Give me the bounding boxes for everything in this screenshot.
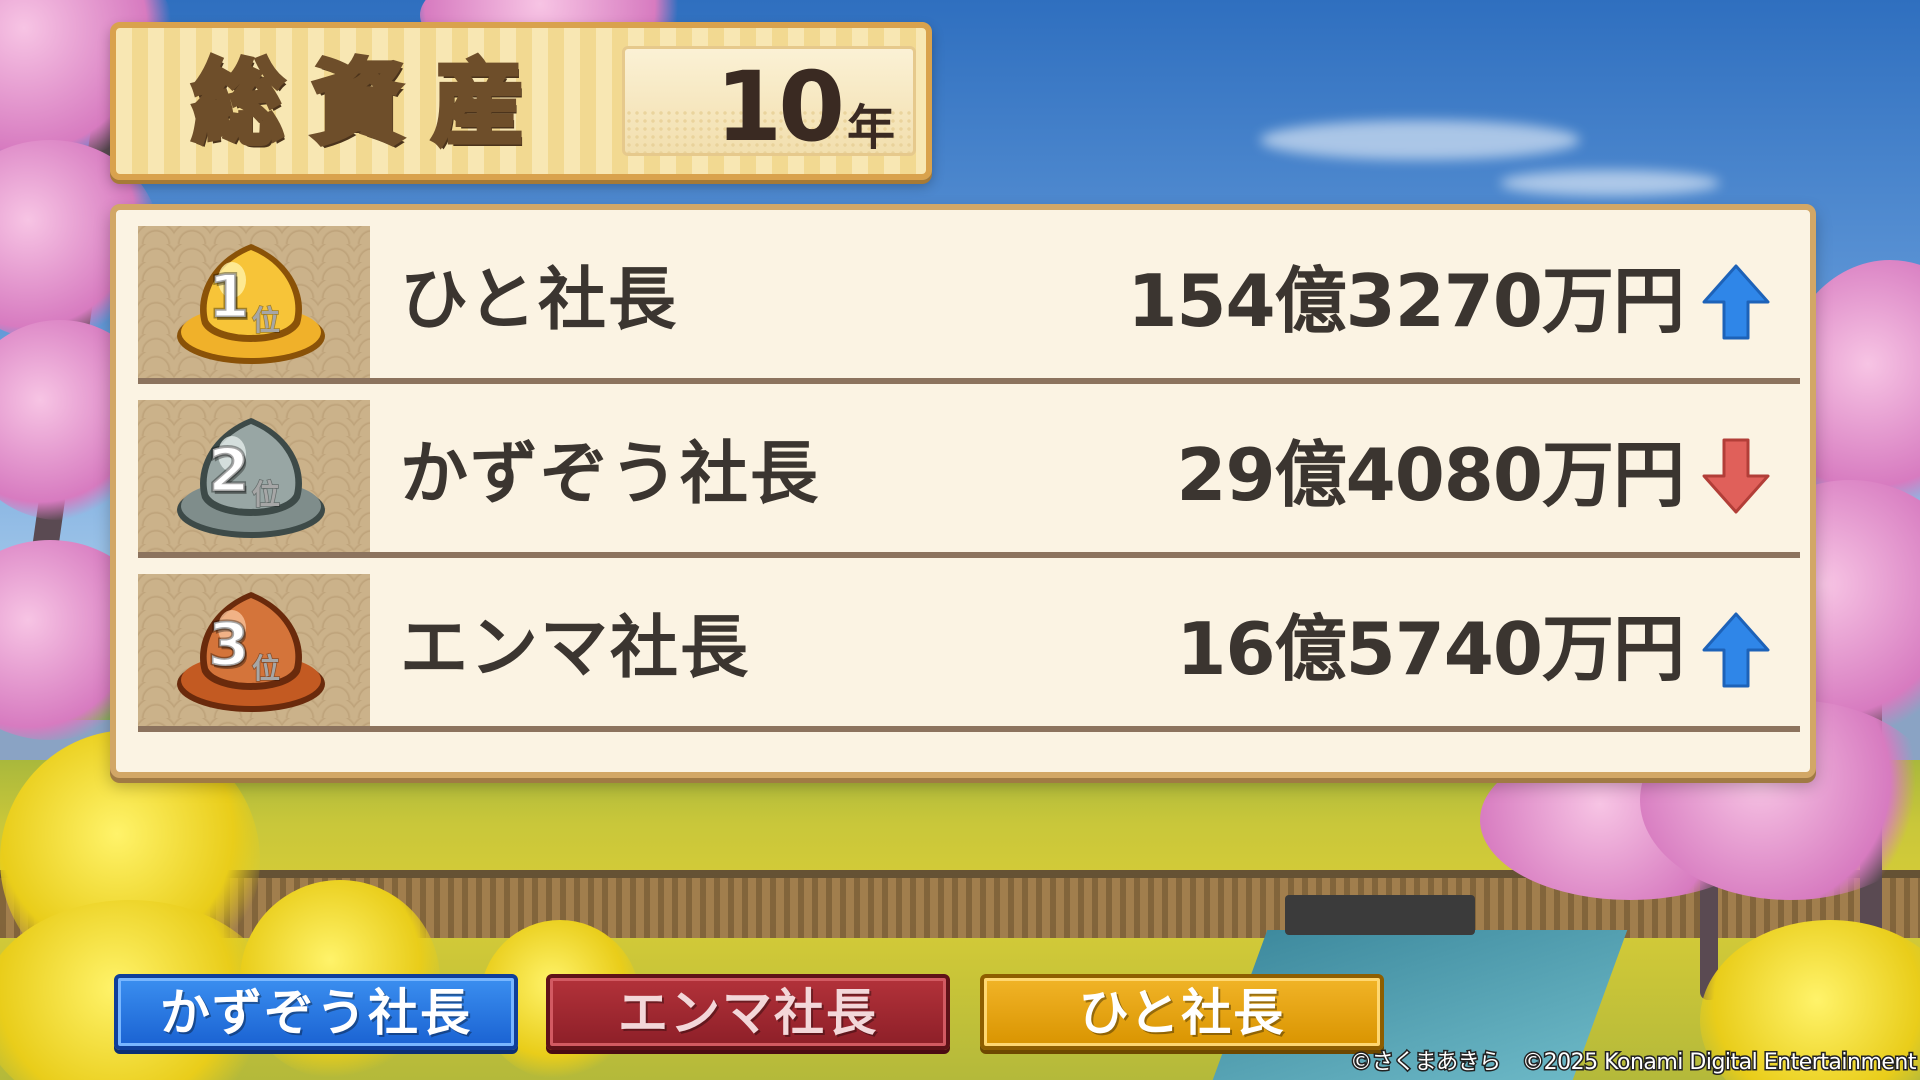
player-name: かずぞう社長 — [400, 435, 821, 514]
small-bridge — [1285, 895, 1475, 935]
player-name: ひと社長 — [400, 261, 678, 340]
rank-number: 3 — [207, 609, 252, 682]
total-assets-value: 29億4080万円 — [1176, 433, 1685, 517]
player-button-enma[interactable]: エンマ社長 — [546, 974, 950, 1050]
bronze-rank-badge-icon — [177, 592, 325, 712]
ranking-row-3: 3 位 エンマ社長 16億5740万円 — [138, 574, 1800, 732]
rank-number: 1 — [207, 261, 252, 334]
arrow-up-icon — [1702, 612, 1770, 688]
ranking-row-2: 2 位 かずぞう社長 29億4080万円 — [138, 400, 1800, 558]
total-assets-header: 総資産 10 年 — [110, 22, 932, 180]
copyright-notice: ©さくまあきら ©2025 Konami Digital Entertainme… — [1349, 1049, 1918, 1077]
player-button-kazuzou[interactable]: かずぞう社長 — [114, 974, 518, 1050]
arrow-down-icon — [1702, 438, 1770, 514]
cloud — [1260, 120, 1580, 160]
rank-unit: 位 — [251, 652, 281, 685]
silver-rank-badge-icon — [177, 418, 325, 538]
total-assets-value: 16億5740万円 — [1176, 607, 1685, 691]
year-number: 10 — [715, 51, 845, 163]
ranking-row-1: 1 位 ひと社長 154億3270万円 — [138, 226, 1800, 384]
total-assets-value: 154億3270万円 — [1127, 259, 1685, 343]
ranking-panel: 1 位 ひと社長 154億3270万円 2 位 かずぞう社長 29億4080万円 — [110, 204, 1816, 778]
year-indicator: 10 年 — [622, 46, 916, 156]
rank-number: 2 — [207, 435, 252, 508]
rank-unit: 位 — [251, 478, 281, 511]
gold-rank-badge-icon — [177, 244, 325, 364]
arrow-up-icon — [1702, 264, 1770, 340]
cloud — [1500, 170, 1720, 196]
page-title: 総資産 — [189, 48, 553, 160]
year-unit: 年 — [846, 100, 895, 156]
player-button-hito[interactable]: ひと社長 — [980, 974, 1384, 1050]
player-name: エンマ社長 — [400, 609, 751, 688]
rank-unit: 位 — [251, 304, 281, 337]
